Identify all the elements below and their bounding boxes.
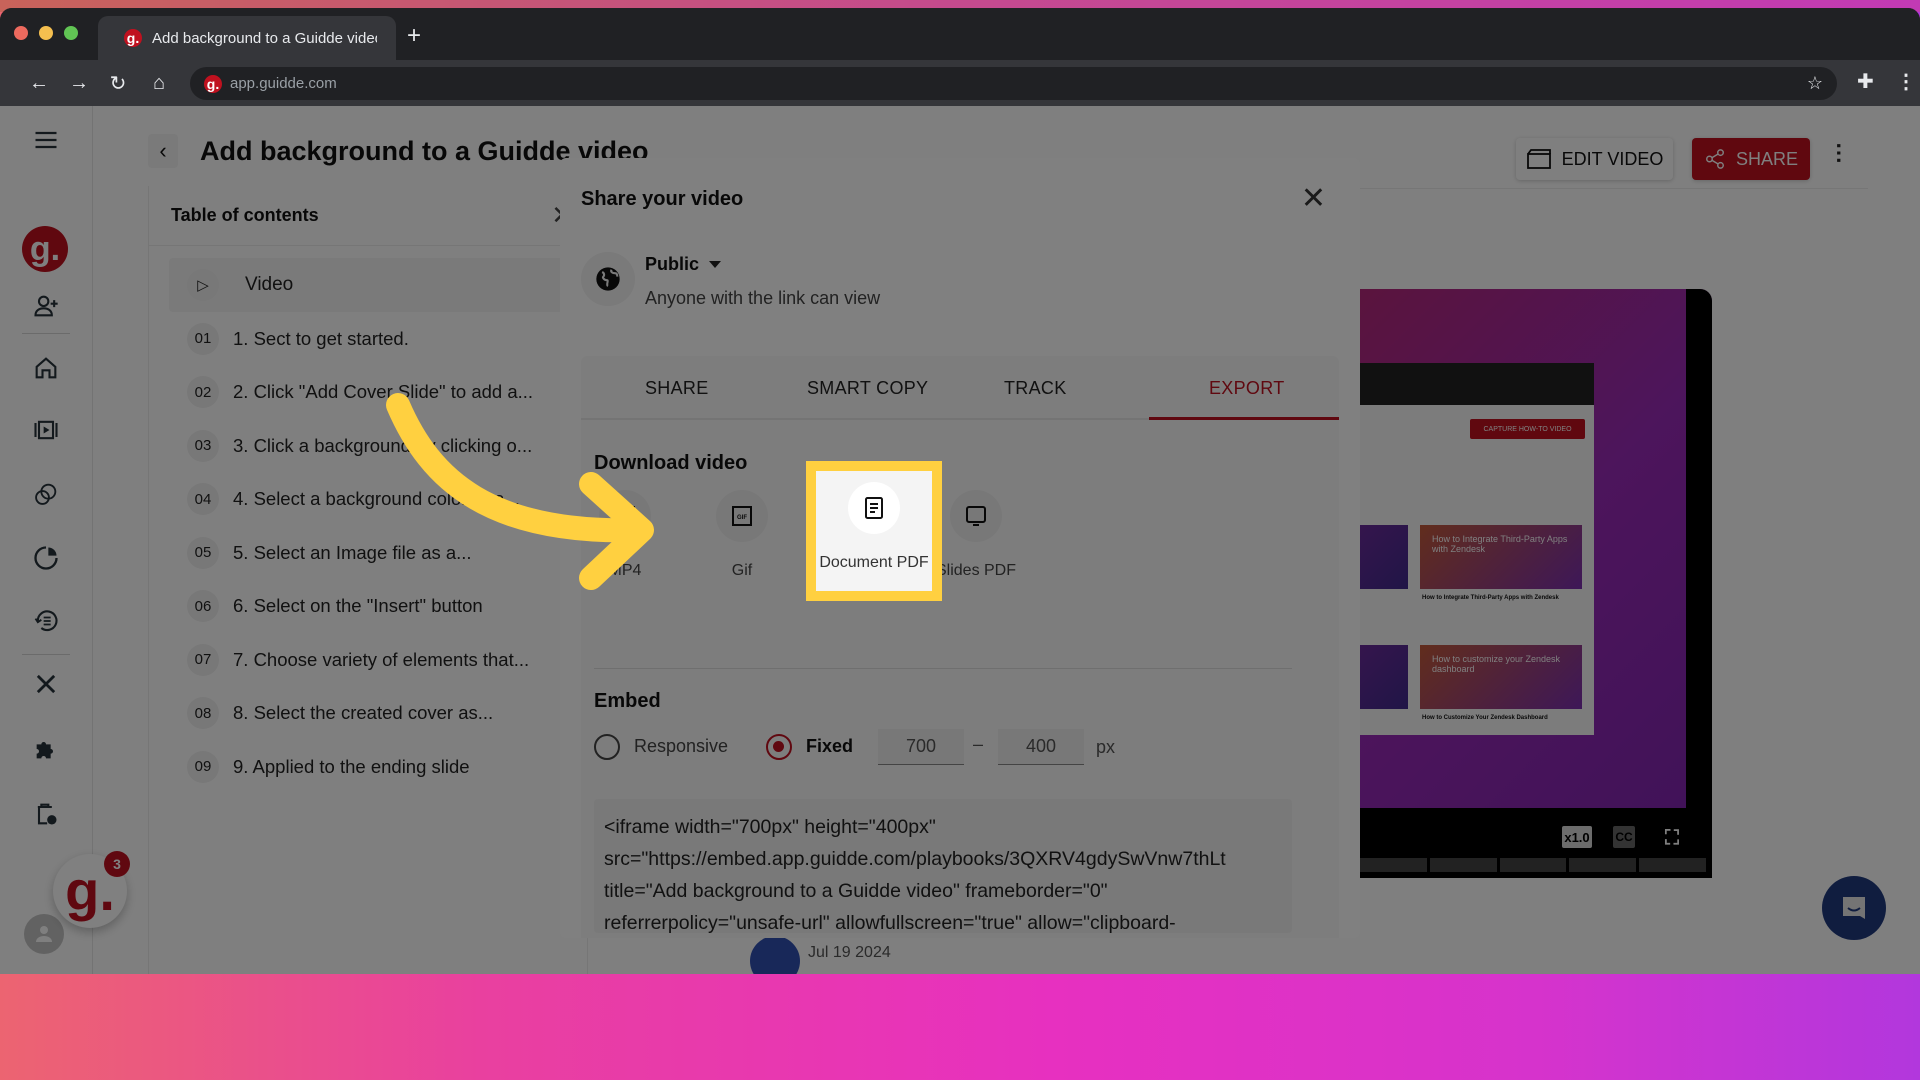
gif-icon: GIF	[716, 490, 768, 542]
extensions-puzzle-icon[interactable]: ✚	[1857, 69, 1874, 94]
download-option-label: MP4	[608, 562, 642, 579]
guidde-favicon-icon: g.	[124, 29, 142, 47]
tab-smart-copy[interactable]: SMART COPY	[807, 378, 928, 399]
tab-track[interactable]: TRACK	[1004, 378, 1067, 399]
tab-share[interactable]: SHARE	[645, 378, 709, 399]
active-tab-indicator	[1149, 417, 1339, 420]
forward-arrow-icon[interactable]: →	[66, 70, 92, 96]
tab-title: Add background to a Guidde video	[152, 29, 377, 47]
download-video-heading: Download video	[594, 452, 748, 474]
size-separator: –	[973, 734, 984, 754]
fixed-radio[interactable]	[766, 734, 792, 760]
maximize-window-button[interactable]	[64, 26, 78, 40]
browser-menu-icon[interactable]: ⋮	[1896, 69, 1916, 94]
unit-label: px	[1096, 737, 1116, 757]
embed-height-input[interactable]	[998, 729, 1084, 765]
minimize-window-button[interactable]	[39, 26, 53, 40]
document-icon	[848, 482, 900, 534]
privacy-dropdown[interactable]: Public	[645, 254, 722, 275]
video-file-icon	[599, 490, 651, 542]
download-gif-button[interactable]: GIF Gif	[690, 490, 794, 580]
close-icon[interactable]: ✕	[1301, 184, 1326, 214]
address-bar[interactable]: g. app.guidde.com ☆	[190, 67, 1837, 100]
globe-icon	[581, 252, 635, 306]
tab-bar: g. Add background to a Guidde video +	[0, 8, 1920, 60]
download-mp4-button[interactable]: MP4	[573, 490, 677, 580]
new-tab-button[interactable]: +	[407, 24, 421, 48]
embed-code-textarea[interactable]: <iframe width="700px" height="400px" src…	[594, 799, 1292, 933]
tab-list: SHARE SMART COPY TRACK EXPORT	[581, 356, 1339, 420]
reload-icon[interactable]: ↻	[105, 70, 131, 96]
svg-text:GIF: GIF	[737, 515, 747, 521]
back-arrow-icon[interactable]: ←	[26, 70, 52, 96]
guidde-favicon-icon: g.	[204, 74, 222, 93]
download-option-label: Gif	[731, 562, 753, 579]
download-document-pdf-button[interactable]: Document PDF	[806, 461, 942, 601]
home-icon[interactable]: ⌂	[146, 70, 172, 96]
tab-export[interactable]: EXPORT	[1209, 378, 1285, 399]
responsive-radio[interactable]	[594, 734, 620, 760]
notification-badge: 3	[104, 851, 130, 877]
browser-tab-active[interactable]: g. Add background to a Guidde video	[98, 16, 396, 60]
privacy-level-label: Public	[645, 254, 700, 274]
section-divider	[594, 668, 1292, 669]
close-window-button[interactable]	[14, 26, 28, 40]
url-text: app.guidde.com	[230, 75, 337, 92]
privacy-description: Anyone with the link can view	[645, 288, 881, 308]
responsive-label: Responsive	[634, 736, 729, 756]
embed-width-input[interactable]	[878, 729, 964, 765]
dialog-title: Share your video	[581, 188, 744, 210]
guidde-app: g. 3 Share your video ✕ Public Anyone wi…	[0, 106, 1920, 974]
bookmark-star-icon[interactable]: ☆	[1807, 73, 1823, 94]
share-video-dialog: Share your video ✕ Public Anyone with th…	[560, 158, 1360, 938]
download-option-label: Document PDF	[819, 554, 929, 571]
browser-toolbar: ← → ↻ ⌂ g. app.guidde.com ☆ ✚ ⋮	[0, 60, 1920, 106]
browser-window: g. Add background to a Guidde video + ← …	[0, 8, 1920, 974]
embed-heading: Embed	[594, 690, 661, 712]
slides-icon	[950, 490, 1002, 542]
caret-down-icon	[709, 261, 722, 268]
fixed-label: Fixed	[806, 736, 854, 756]
